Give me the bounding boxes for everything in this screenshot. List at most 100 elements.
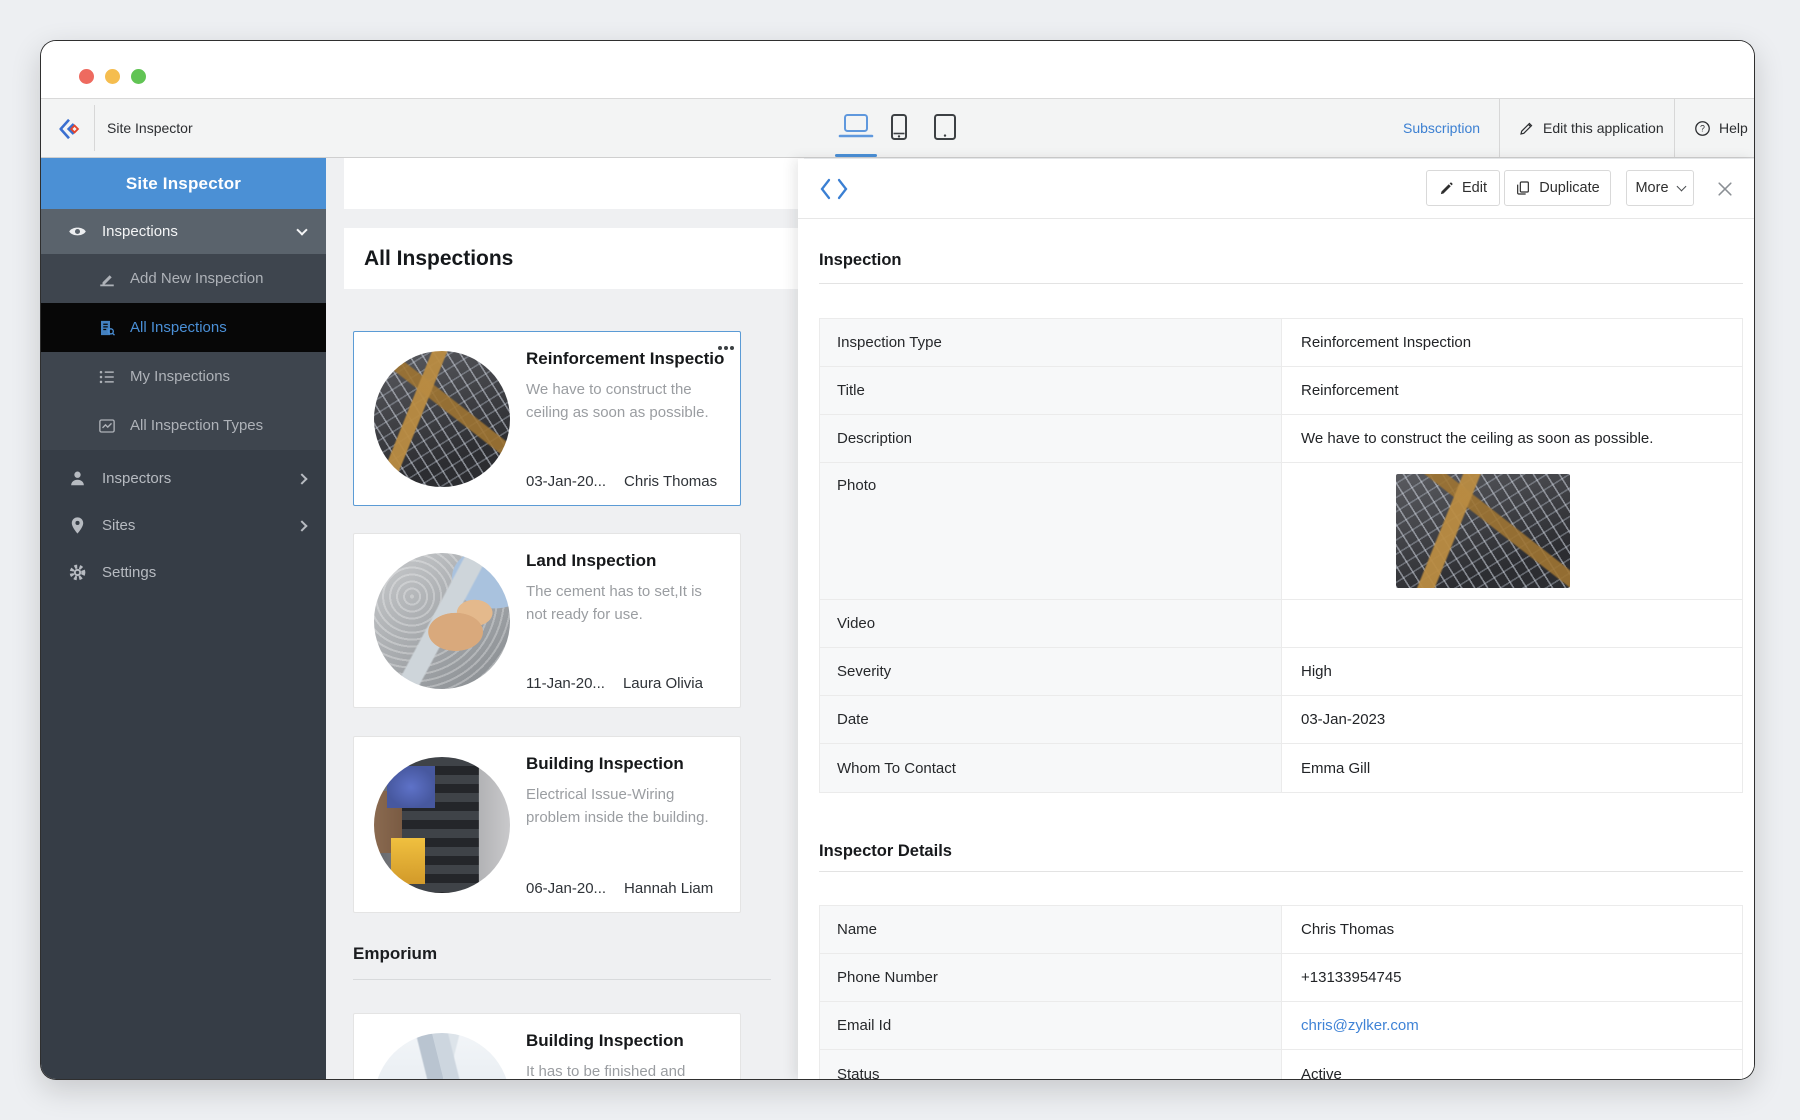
minimize-window-icon[interactable] xyxy=(105,69,120,84)
section-title-inspector-details: Inspector Details xyxy=(819,836,952,866)
sidebar-item-inspections[interactable]: Inspections xyxy=(41,209,326,254)
list-group-header: Emporium xyxy=(353,944,437,964)
table-row: Name Chris Thomas xyxy=(820,906,1742,954)
card-owner: Chris Thomas xyxy=(624,473,717,490)
inspection-card-reinforcement[interactable]: Reinforcement Inspection We have to cons… xyxy=(353,331,741,506)
edit-this-application-button[interactable]: Edit this application xyxy=(1519,99,1664,157)
chevron-right-icon xyxy=(296,473,307,484)
copy-icon xyxy=(1515,180,1531,196)
field-label: Photo xyxy=(820,463,1282,599)
field-value: Reinforcement Inspection xyxy=(1282,319,1742,366)
close-window-icon[interactable] xyxy=(79,69,94,84)
inspection-detail-table: Inspection Type Reinforcement Inspection… xyxy=(819,318,1743,793)
card-title: Building Inspection xyxy=(526,754,724,774)
help-button[interactable]: ? Help xyxy=(1694,99,1748,157)
field-label: Name xyxy=(820,906,1282,953)
active-device-indicator xyxy=(835,154,877,157)
zoho-creator-logo-icon[interactable] xyxy=(57,117,81,141)
inspection-card-building[interactable]: Building Inspection Electrical Issue-Wir… xyxy=(353,736,741,913)
question-circle-icon: ? xyxy=(1694,120,1711,137)
code-view-icon[interactable] xyxy=(819,177,849,206)
group-divider xyxy=(353,979,771,980)
card-title: Reinforcement Inspection xyxy=(526,349,724,369)
field-label: Status xyxy=(820,1050,1282,1079)
inspections-submenu: Add New Inspection All Inspections My In… xyxy=(41,254,326,450)
table-row: Status Active xyxy=(820,1050,1742,1079)
phone-view-icon[interactable] xyxy=(888,113,910,141)
pen-square-icon xyxy=(98,270,116,288)
chart-box-icon xyxy=(98,417,116,435)
chevron-down-icon xyxy=(1676,181,1686,191)
list-view-title: All Inspections xyxy=(344,228,804,289)
field-label: Email Id xyxy=(820,1002,1282,1049)
card-photo-electrical xyxy=(374,757,510,893)
tablet-view-icon[interactable] xyxy=(932,113,958,141)
field-label: Whom To Contact xyxy=(820,744,1282,792)
card-title: Building Inspection xyxy=(526,1031,724,1051)
field-value: 03-Jan-2023 xyxy=(1282,696,1742,743)
map-pin-icon xyxy=(68,516,87,535)
card-owner: Hannah Liam xyxy=(624,880,713,897)
svg-text:?: ? xyxy=(1700,123,1705,133)
photo-thumbnail[interactable] xyxy=(1396,474,1570,588)
chevron-right-icon xyxy=(296,520,307,531)
inspection-card-emporium-building[interactable]: Building Inspection It has to be finishe… xyxy=(353,1013,741,1080)
gear-icon xyxy=(68,563,87,582)
table-row: Photo xyxy=(820,463,1742,600)
table-row: Date 03-Jan-2023 xyxy=(820,696,1742,744)
card-photo-rebar xyxy=(374,351,510,487)
sidebar-item-settings[interactable]: Settings xyxy=(41,550,326,595)
sidebar-item-all-inspection-types[interactable]: All Inspection Types xyxy=(41,401,326,450)
card-date: 03-Jan-20... xyxy=(526,473,606,490)
field-value: Emma Gill xyxy=(1282,744,1742,792)
section-divider xyxy=(819,871,1743,872)
card-photo-tower xyxy=(374,1033,510,1081)
inspector-details-table: Name Chris Thomas Phone Number +13133954… xyxy=(819,905,1743,1079)
section-title-inspection: Inspection xyxy=(819,245,902,275)
application-name: Site Inspector xyxy=(107,99,193,157)
more-button[interactable]: More xyxy=(1626,170,1694,206)
field-label: Inspection Type xyxy=(820,319,1282,366)
card-date: 11-Jan-20... xyxy=(526,675,605,692)
field-label: Date xyxy=(820,696,1282,743)
sidebar: Site Inspector Inspections Add New Inspe… xyxy=(41,158,326,1079)
field-label: Severity xyxy=(820,648,1282,695)
sidebar-item-sites[interactable]: Sites xyxy=(41,503,326,548)
eye-icon xyxy=(68,222,87,241)
card-title: Land Inspection xyxy=(526,551,724,571)
desktop-view-icon[interactable] xyxy=(837,113,875,143)
inspection-card-land[interactable]: Land Inspection The cement has to set,It… xyxy=(353,533,741,708)
field-label: Description xyxy=(820,415,1282,462)
table-row: Phone Number +13133954745 xyxy=(820,954,1742,1002)
field-value: Active xyxy=(1282,1050,1742,1079)
person-icon xyxy=(68,469,87,488)
top-toolbar: Site Inspector Subscription Edit this ap… xyxy=(41,98,1754,158)
field-value: We have to construct the ceiling as soon… xyxy=(1282,415,1742,462)
detail-panel-header: Edit Duplicate More xyxy=(798,159,1754,219)
email-link[interactable]: chris@zylker.com xyxy=(1282,1002,1742,1049)
sidebar-item-add-new-inspection[interactable]: Add New Inspection xyxy=(41,254,326,303)
table-row: Description We have to construct the cei… xyxy=(820,415,1742,463)
sidebar-item-my-inspections[interactable]: My Inspections xyxy=(41,352,326,401)
edit-button[interactable]: Edit xyxy=(1426,170,1500,206)
card-description: The cement has to set,It is not ready fo… xyxy=(526,580,724,627)
table-row: Severity High xyxy=(820,648,1742,696)
card-description: Electrical Issue-Wiring problem inside t… xyxy=(526,783,724,830)
field-value xyxy=(1282,600,1742,647)
duplicate-button[interactable]: Duplicate xyxy=(1504,170,1611,206)
close-panel-icon[interactable] xyxy=(1712,176,1738,202)
chevron-down-icon xyxy=(296,224,307,235)
subscription-link[interactable]: Subscription xyxy=(1403,99,1480,157)
field-value: +13133954745 xyxy=(1282,954,1742,1001)
card-menu-icon[interactable] xyxy=(718,346,722,350)
table-row: Whom To Contact Emma Gill xyxy=(820,744,1742,792)
zoom-window-icon[interactable] xyxy=(131,69,146,84)
field-label: Title xyxy=(820,367,1282,414)
app-window: Site Inspector Subscription Edit this ap… xyxy=(40,40,1755,1080)
report-search-icon xyxy=(98,319,116,337)
sidebar-item-all-inspections[interactable]: All Inspections xyxy=(41,303,326,352)
toolbar-divider xyxy=(1499,99,1500,157)
card-description: We have to construct the ceiling as soon… xyxy=(526,378,724,425)
list-topbar xyxy=(344,158,804,209)
sidebar-item-inspectors[interactable]: Inspectors xyxy=(41,456,326,501)
